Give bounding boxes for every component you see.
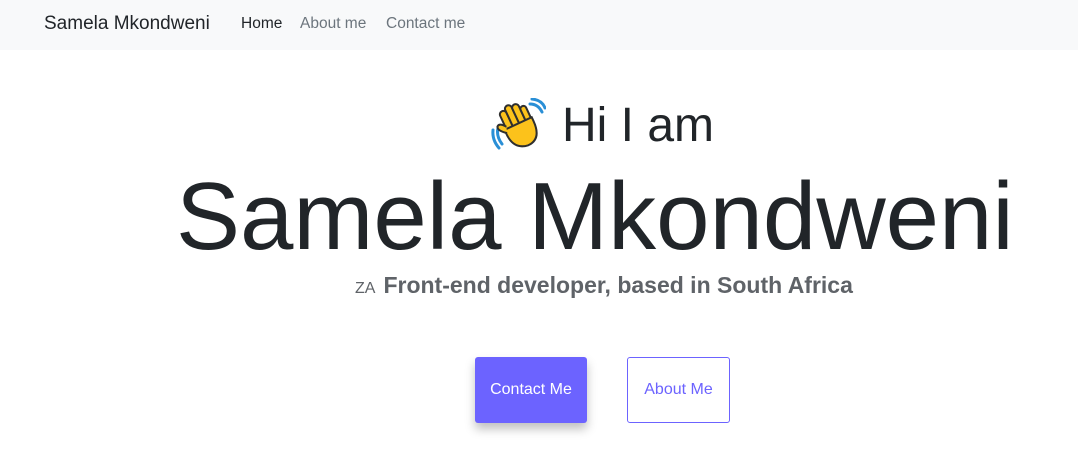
tagline: ZA Front-end developer, based in South Af… — [355, 272, 853, 302]
greeting: Hi I am — [490, 97, 715, 154]
south-africa-flag-icon: ZA — [355, 280, 376, 297]
navbar-brand[interactable]: Samela Mkondweni — [44, 12, 210, 36]
nav-link-home[interactable]: Home — [241, 14, 282, 34]
waving-hand-icon — [490, 97, 547, 154]
nav-link-contact[interactable]: Contact me — [386, 14, 465, 34]
hero-section: Hi I am Samela Mkondweni ZA Front-end dev… — [0, 50, 1078, 455]
navbar: Samela Mkondweni Home About me Contact m… — [0, 0, 1078, 50]
about-me-button[interactable]: About Me — [627, 357, 730, 423]
greeting-text: Hi I am — [562, 99, 715, 152]
tagline-text: Front-end developer, based in South Afri… — [383, 272, 853, 298]
hero-name: Samela Mkondweni — [176, 163, 1014, 270]
nav-link-about[interactable]: About me — [300, 14, 366, 34]
contact-me-button[interactable]: Contact Me — [475, 357, 587, 423]
